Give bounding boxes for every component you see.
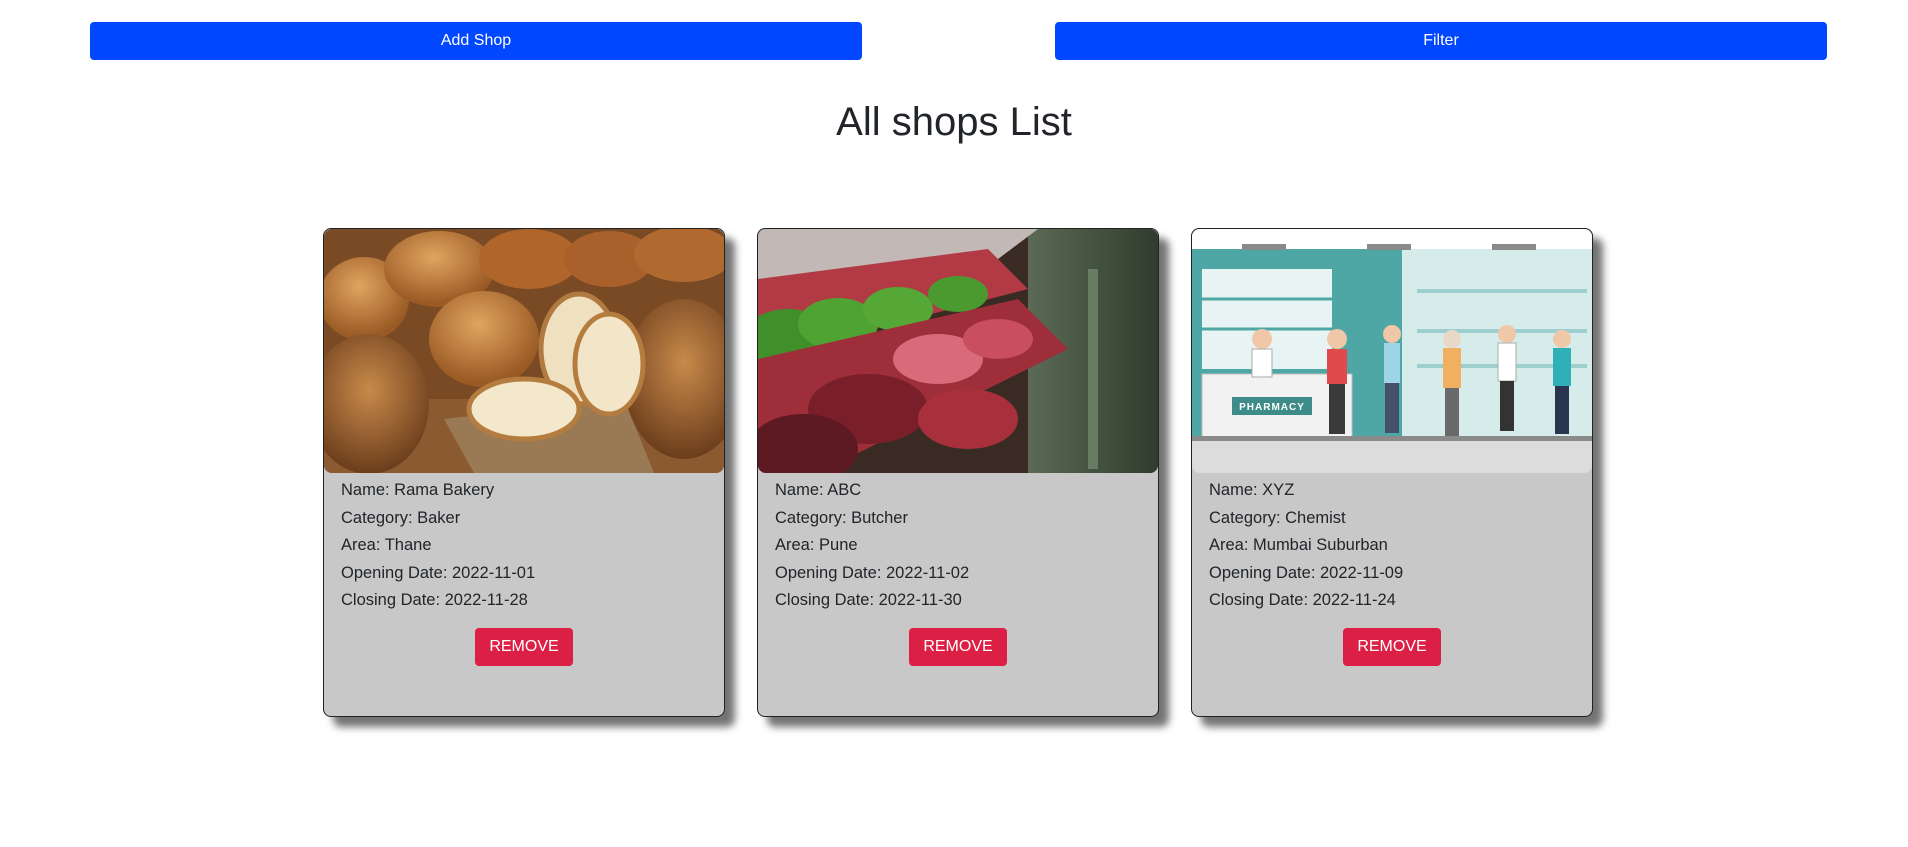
shop-image-pharmacy: PHARMACY: [1192, 229, 1592, 473]
remove-button[interactable]: REMOVE: [909, 627, 1007, 666]
remove-button[interactable]: REMOVE: [475, 627, 573, 666]
shop-opening-date: Opening Date: 2022-11-02: [775, 563, 970, 582]
filter-button[interactable]: Filter: [1055, 22, 1827, 60]
shop-image-bakery: [324, 229, 724, 473]
shop-card: Name: Rama Bakery Category: Baker Area: …: [323, 228, 725, 717]
shop-card: Name: ABC Category: Butcher Area: Pune O…: [757, 228, 1159, 717]
shop-closing-date: Closing Date: 2022-11-24: [1209, 591, 1396, 609]
shop-area: Area: Mumbai Suburban: [1209, 536, 1388, 554]
top-toolbar: Add Shop Filter: [0, 22, 1908, 60]
shop-category: Category: Chemist: [1209, 508, 1346, 527]
shop-closing-date: Closing Date: 2022-11-30: [775, 591, 962, 609]
shop-image-butcher: [758, 229, 1158, 473]
shop-details: Name: Rama Bakery Category: Baker Area: …: [324, 473, 724, 666]
shop-details: Name: XYZ Category: Chemist Area: Mumbai…: [1192, 473, 1592, 666]
shop-name: Name: XYZ: [1209, 481, 1295, 499]
shop-opening-date: Opening Date: 2022-11-09: [1209, 563, 1404, 582]
svg-text:PHARMACY: PHARMACY: [1239, 402, 1305, 413]
shop-details: Name: ABC Category: Butcher Area: Pune O…: [758, 473, 1158, 666]
shop-area: Area: Thane: [341, 536, 432, 554]
shop-name: Name: Rama Bakery: [341, 481, 495, 499]
shop-category: Category: Baker: [341, 508, 461, 527]
remove-button[interactable]: REMOVE: [1343, 627, 1441, 666]
shop-opening-date: Opening Date: 2022-11-01: [341, 563, 536, 582]
shop-name: Name: ABC: [775, 481, 862, 499]
page-title: All shops List: [836, 100, 1072, 144]
shop-area: Area: Pune: [775, 536, 858, 554]
shop-card: PHARMACY Name: XYZ Category: Chemist Are…: [1191, 228, 1593, 717]
add-shop-button[interactable]: Add Shop: [90, 22, 862, 60]
shop-closing-date: Closing Date: 2022-11-28: [341, 591, 528, 609]
shop-category: Category: Butcher: [775, 508, 908, 527]
